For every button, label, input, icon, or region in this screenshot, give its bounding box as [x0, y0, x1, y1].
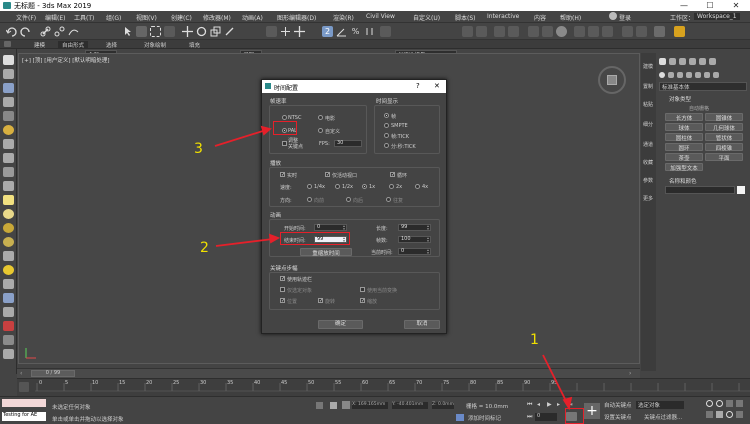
annotation-number-3: 3 — [194, 141, 203, 157]
annotation-number-2: 2 — [200, 240, 209, 256]
annotation-arrows — [214, 125, 573, 411]
annotation-number-1: 1 — [530, 332, 539, 348]
